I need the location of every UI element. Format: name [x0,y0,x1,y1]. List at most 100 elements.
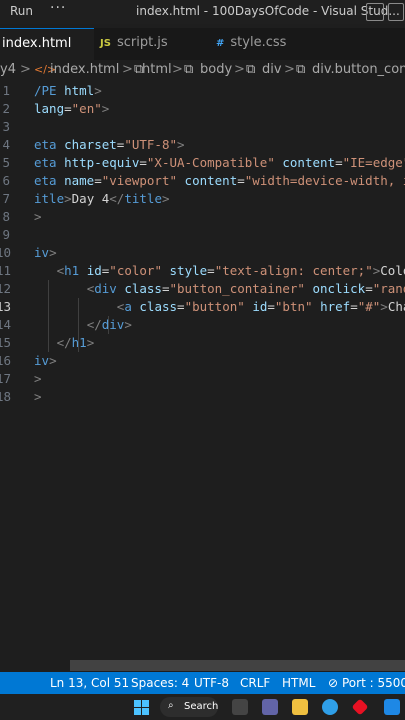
tab-script-js[interactable]: JS script.js [100,28,200,60]
indentation[interactable]: Spaces: 4 [131,676,189,690]
code-line[interactable]: 12 <div class="button_container" onclick… [0,280,405,298]
code-line[interactable]: 4 eta charset="UTF-8"> [0,136,405,154]
code-token: class [124,281,162,296]
code-line[interactable]: 3 [0,118,405,136]
line-number: 7 [2,191,10,206]
horizontal-scrollbar[interactable] [70,660,405,671]
code-token: a [124,299,132,314]
line-number: 18 [0,389,12,404]
code-line[interactable]: 7 itle>Day 4</title> [0,190,405,208]
code-line[interactable]: 15 </h1> [0,334,405,352]
code-token: = [64,101,72,116]
tab-style-css[interactable]: # style.css [216,28,316,60]
code-text: eta charset="UTF-8"> [34,136,185,154]
line-number: 16 [0,353,12,368]
code-token: = [350,299,358,314]
chevron-right-icon: > [234,62,245,77]
task-view-icon[interactable] [232,699,248,715]
chevron-right-icon: > [284,62,295,77]
code-token: charset [64,137,117,152]
code-token: iv [34,245,50,260]
app-icon[interactable] [351,698,369,716]
breadcrumb-div-button-container[interactable]: div.button_conta [312,62,405,77]
edge-browser-icon[interactable] [322,699,338,715]
code-text: /PE html> [34,82,102,100]
javascript-icon: JS [100,38,111,49]
editor-tabs: index.html JS script.js # style.css [0,28,405,61]
code-token: "rando [372,281,405,296]
file-explorer-icon[interactable] [292,699,308,715]
line-number: 15 [0,335,12,350]
code-text: > [34,370,42,388]
code-token: > [34,209,42,224]
breadcrumb-file[interactable]: index.html [50,62,119,77]
code-line[interactable]: 10 iv> [0,244,405,262]
taskbar-search[interactable]: ⌕ Search [160,697,218,717]
line-number: 8 [2,209,10,224]
code-line[interactable]: 16 iv> [0,352,405,370]
language-mode[interactable]: HTML [282,676,315,690]
search-label: Search [184,701,219,712]
code-text: eta http-equiv="X-UA-Compatible" content… [34,154,405,172]
live-server-port[interactable]: Port : 5500 [342,676,405,690]
tab-index-html[interactable]: index.html [0,28,94,61]
line-ending[interactable]: CRLF [240,676,270,690]
code-line[interactable]: 11 <h1 id="color" style="text-align: cen… [0,262,405,280]
code-token: "button" [184,299,245,314]
code-line[interactable]: 1/PE html> [0,82,405,100]
code-line[interactable]: 17 > [0,370,405,388]
code-line[interactable]: 9 [0,226,405,244]
code-token: "button_container" [169,281,305,296]
code-editor[interactable]: 1/PE html> 2 lang="en"> 3 4 eta charset="UTF-… [0,82,405,660]
more-menu-icon[interactable]: ··· [50,0,66,16]
windows-start-icon[interactable] [134,700,149,715]
code-line[interactable]: 5 eta http-equiv="X-UA-Compatible" conten… [0,154,405,172]
code-token: = [237,173,245,188]
menu-run[interactable]: Run [10,4,33,18]
code-token: /PE [34,83,65,98]
panel-toggle-icon[interactable] [388,3,404,21]
breadcrumb-root[interactable]: y4 [0,62,16,77]
line-number: 4 [2,137,10,152]
breadcrumb-body[interactable]: body [200,62,232,77]
teams-icon[interactable] [262,699,278,715]
code-line[interactable]: 14 </div> [0,316,405,334]
code-token: </ [86,317,102,332]
code-token: </ [56,335,72,350]
code-text: > [34,208,42,226]
encoding[interactable]: UTF-8 [194,676,229,690]
breadcrumb-html[interactable]: html [142,62,172,77]
code-token: iv [34,353,50,368]
code-line[interactable]: 6 eta name="viewport" content="width=devi… [0,172,405,190]
breadcrumb: y4 > </> index.html > ⧉ html > ⧉ body > … [0,60,405,82]
layout-toggle-icon[interactable] [366,3,384,21]
breadcrumb-div[interactable]: div [262,62,282,77]
code-token: title [124,191,162,206]
tab-label: style.css [230,35,287,50]
tab-label: index.html [2,36,72,51]
code-token: "width=device-width, i [244,173,405,188]
code-token: < [56,263,65,278]
windows-taskbar: ⌕ Search [0,694,405,720]
code-token: "IE=edge" [342,155,405,170]
code-token: "X-UA-Compatible" [146,155,275,170]
code-token: "btn" [274,299,313,314]
tab-label: script.js [116,35,168,50]
code-line[interactable]: 13 <a class="button" id="btn" href="#">C… [0,298,405,316]
code-token: = [94,173,102,188]
code-token: = [207,263,215,278]
cursor-position[interactable]: Ln 13, Col 51 [50,676,129,690]
code-token: onclick [312,281,366,296]
code-token: html [64,83,95,98]
code-token: > [161,191,170,206]
code-line[interactable]: 18 > [0,388,405,406]
code-line[interactable]: 8 > [0,208,405,226]
code-token: "#" [357,299,381,314]
vscode-icon[interactable] [384,699,400,715]
code-line[interactable]: 2 lang="en"> [0,100,405,118]
code-token: > [380,299,388,314]
